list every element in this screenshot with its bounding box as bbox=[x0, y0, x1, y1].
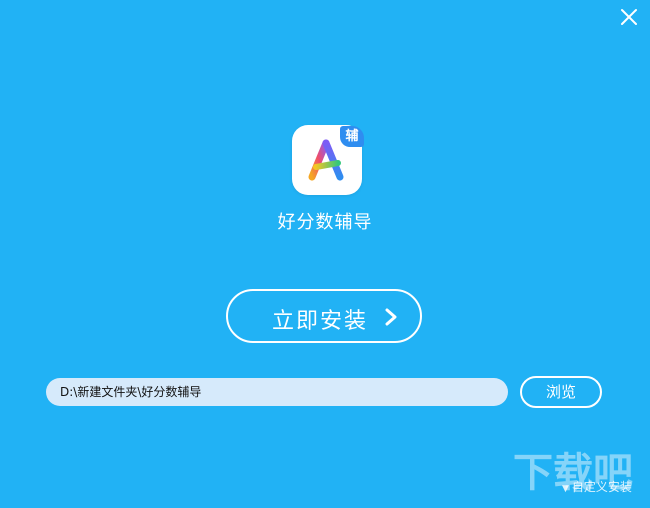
browse-button[interactable]: 浏览 bbox=[520, 376, 602, 408]
install-path-input[interactable] bbox=[46, 378, 508, 406]
app-badge: 辅 bbox=[340, 126, 364, 147]
install-now-button[interactable]: 立即安装 bbox=[226, 289, 422, 343]
custom-install-link[interactable]: ▼ 自定义安装 bbox=[562, 478, 632, 495]
app-name: 好分数辅导 bbox=[277, 212, 373, 233]
install-now-label: 立即安装 bbox=[272, 309, 369, 334]
chevron-right-icon bbox=[385, 308, 397, 326]
custom-install-label: 自定义安装 bbox=[571, 480, 632, 494]
close-button[interactable] bbox=[618, 6, 640, 28]
installer-window: 辅 好分数辅导 立即安装 浏览 下载吧 ▼自定义安装 bbox=[0, 0, 650, 508]
close-icon bbox=[621, 9, 637, 25]
triangle-down-icon: ▼ bbox=[562, 484, 569, 494]
